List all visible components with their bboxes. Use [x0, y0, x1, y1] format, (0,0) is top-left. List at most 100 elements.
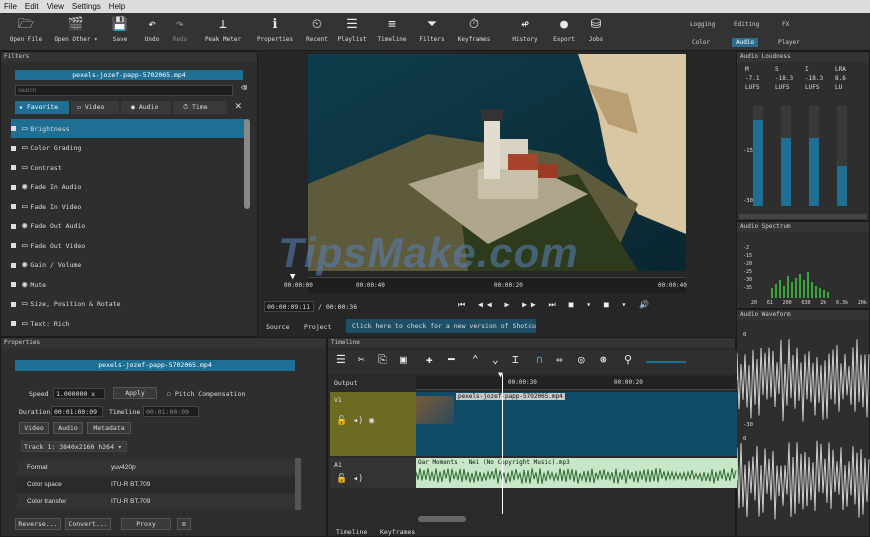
export-button[interactable]: ● Export — [548, 17, 580, 43]
workspace-color[interactable]: Color — [692, 39, 710, 46]
filter-item[interactable]: ◉ Gain / Volume — [11, 256, 246, 275]
workspace-logging[interactable]: Logging — [690, 21, 715, 28]
filter-item[interactable]: ◉ Fade Out Audio — [11, 217, 246, 236]
filters-button[interactable]: ⏷ Filters — [414, 17, 450, 43]
apply-button[interactable]: Apply — [113, 387, 157, 399]
lift-icon[interactable]: ⌃ — [472, 353, 479, 366]
properties-button[interactable]: ℹ Properties — [252, 17, 298, 43]
tab-prop-audio[interactable]: Audio — [53, 422, 83, 434]
playlist-button[interactable]: ☰ Playlist — [334, 17, 370, 43]
filter-checkbox[interactable] — [11, 184, 16, 190]
history-button[interactable]: ↫ History — [508, 17, 542, 43]
workspace-player[interactable]: Player — [778, 39, 800, 46]
transport-controls[interactable]: ⏮ ◀◀ ▶ ▶▶ ⏭ ■ ▾ ■ ▾ 🔊 — [458, 300, 653, 310]
tab-audio[interactable]: ● Audio — [121, 101, 171, 114]
update-notice[interactable]: Click here to check for a new version of… — [346, 319, 536, 333]
undo-button[interactable]: ↶ Undo — [138, 17, 166, 43]
open-file-button[interactable]: 🗁 Open File — [4, 17, 48, 43]
filter-checkbox[interactable] — [11, 321, 16, 326]
snap-icon[interactable]: ∩ — [536, 353, 543, 366]
proxy-menu-icon[interactable]: ≡ — [177, 518, 191, 530]
track-header-v1[interactable]: V1 🔓 ◂) ◉ — [330, 392, 416, 456]
paste-icon[interactable]: ▣ — [400, 353, 407, 366]
menu-help[interactable]: Help — [109, 2, 125, 11]
timeline-button[interactable]: ≡ Timeline — [374, 17, 410, 43]
filter-checkbox[interactable] — [11, 165, 16, 170]
proxy-button[interactable]: Proxy — [121, 518, 171, 530]
menu-file[interactable]: File — [4, 2, 17, 11]
pitch-compensation-checkbox[interactable]: ☐ Pitch Compensation — [167, 390, 245, 398]
filter-checkbox[interactable] — [11, 262, 16, 268]
filter-search-input[interactable] — [15, 85, 233, 96]
current-time-field[interactable]: 00:00:09:11 — [264, 301, 314, 312]
track-controls-v1[interactable]: 🔓 ◂) ◉ — [336, 416, 374, 426]
speed-field[interactable]: 1.000000 x — [53, 388, 105, 399]
recent-button[interactable]: ⏲ Recent — [302, 17, 332, 43]
close-filter-icon[interactable]: ✕ — [235, 99, 242, 112]
workspace-editing[interactable]: Editing — [734, 21, 759, 28]
save-button[interactable]: 💾 Save — [106, 17, 134, 43]
tab-timeline[interactable]: Timeline — [336, 528, 367, 536]
clear-search-icon[interactable]: ⌫ — [241, 83, 247, 94]
reverse-button[interactable]: Reverse... — [15, 518, 61, 530]
duration-field[interactable]: 00:01:00:09 — [51, 406, 103, 417]
track-controls-a1[interactable]: 🔓 ◂) — [336, 474, 363, 484]
keyframes-button[interactable]: ⏱ Keyframes — [452, 17, 496, 43]
timeline-playhead[interactable] — [502, 374, 503, 514]
workspace-audio[interactable]: Audio — [732, 38, 759, 47]
audio-clip[interactable]: Oar Moments - Nei (No Copyright Music).m… — [416, 458, 737, 488]
remove-icon[interactable]: ━ — [448, 353, 455, 366]
open-other-button[interactable]: 🎬 Open Other ▾ — [50, 17, 102, 43]
tab-favorite[interactable]: ★ Favorite — [15, 101, 69, 114]
ripple-all-icon[interactable]: ⊛ — [600, 353, 607, 366]
zoom-slider[interactable] — [646, 361, 686, 363]
filter-item[interactable]: ▭ Color Grading — [11, 139, 246, 158]
zoom-icon[interactable]: ⚲ — [624, 353, 632, 366]
player-playhead[interactable]: ▼ — [290, 272, 295, 282]
filter-list-scrollbar[interactable] — [244, 119, 250, 209]
menu-edit[interactable]: Edit — [25, 2, 39, 11]
scrub-icon[interactable]: ⇔ — [556, 353, 563, 366]
tab-keyframes[interactable]: Keyframes — [380, 528, 415, 536]
filter-item[interactable]: ◉ Mute — [11, 275, 246, 294]
track-select[interactable]: Track 1: 3840x2160 h264 ▾ — [21, 441, 127, 452]
filter-checkbox[interactable] — [11, 301, 16, 307]
copy-icon[interactable]: ⎘ — [378, 353, 387, 367]
tab-prop-metadata[interactable]: Metadata — [87, 422, 131, 434]
timeline-scrollbar[interactable] — [418, 516, 466, 522]
cut-icon[interactable]: ✂ — [358, 353, 365, 366]
filter-checkbox[interactable] — [11, 223, 16, 229]
filter-checkbox[interactable] — [11, 282, 16, 287]
filter-checkbox[interactable] — [11, 126, 16, 131]
overwrite-icon[interactable]: ⌄ — [492, 353, 499, 366]
filter-item[interactable]: ▭ Brightness — [11, 119, 246, 138]
peak-meter-button[interactable]: ⊥ Peak Meter — [200, 17, 246, 43]
redo-button[interactable]: ↷ Redo — [166, 17, 194, 43]
filter-item[interactable]: ▭ Fade In Video — [11, 197, 246, 216]
tab-project[interactable]: Project — [304, 323, 331, 331]
filter-item[interactable]: ◉ Fade In Audio — [11, 178, 246, 197]
jobs-button[interactable]: ⛁ Jobs — [582, 17, 610, 43]
tab-source[interactable]: Source — [266, 323, 289, 331]
append-icon[interactable]: ✚ — [426, 353, 433, 366]
ripple-icon[interactable]: ◎ — [578, 353, 585, 366]
properties-scrollbar[interactable] — [295, 458, 301, 510]
filter-item[interactable]: ▭ Text: Rich — [11, 314, 246, 333]
tab-video[interactable]: ▭ Video — [71, 101, 119, 114]
menu-view[interactable]: View — [47, 2, 64, 11]
tab-time[interactable]: ⏱ Time — [173, 101, 227, 114]
filter-checkbox[interactable] — [11, 145, 16, 151]
split-icon[interactable]: ⌶ — [512, 353, 519, 366]
workspace-fx[interactable]: FX — [782, 21, 789, 28]
filter-checkbox[interactable] — [11, 204, 16, 209]
filter-item[interactable]: ▭ Fade Out Video — [11, 236, 246, 255]
track-header-a1[interactable]: A1 🔓 ◂) — [330, 458, 416, 488]
filter-checkbox[interactable] — [11, 243, 16, 248]
loudness-scrollbar[interactable] — [739, 214, 867, 219]
menu-settings[interactable]: Settings — [72, 2, 101, 11]
filter-item[interactable]: ▭ Size, Position & Rotate — [11, 295, 246, 314]
video-clip[interactable]: pexels-jozef-papp-5702065.mp4 — [416, 392, 737, 456]
convert-button[interactable]: Convert... — [65, 518, 111, 530]
timeline-playhead-marker[interactable]: ▼ — [498, 370, 503, 379]
filter-item[interactable]: ▭ Contrast — [11, 158, 246, 177]
